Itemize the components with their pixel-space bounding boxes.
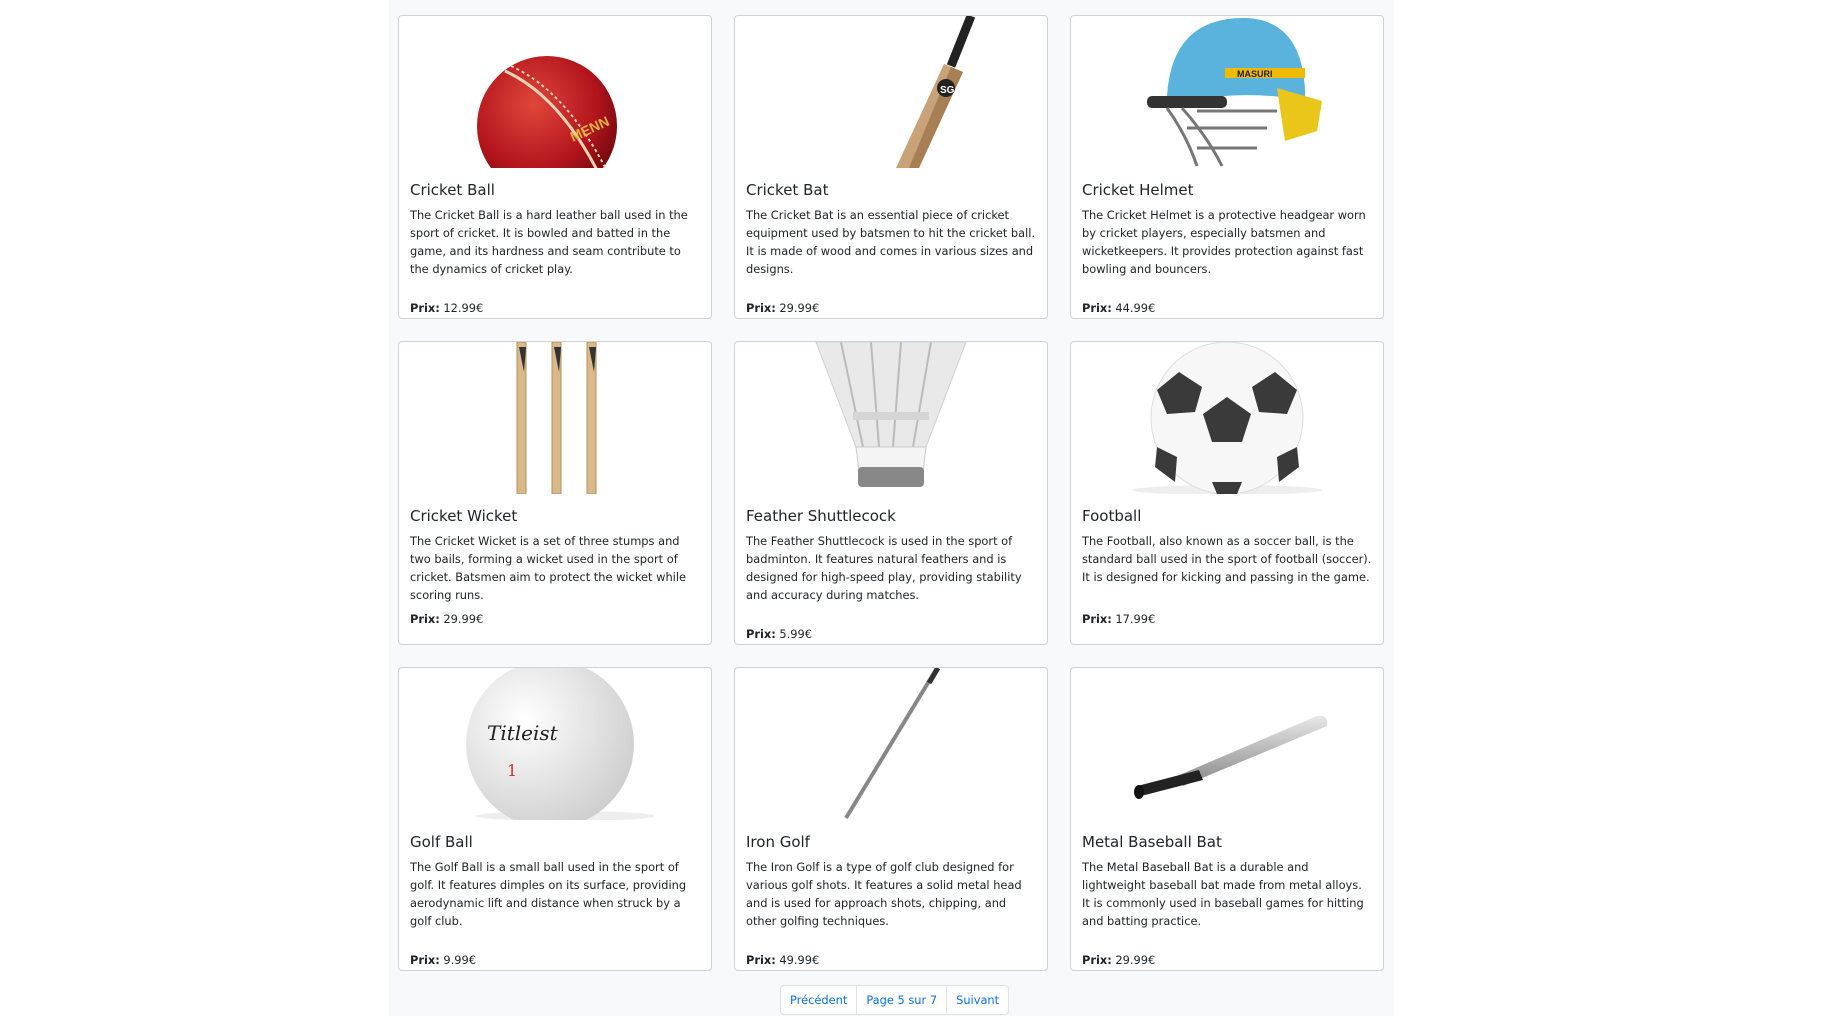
price-value: 29.99€ [1115, 953, 1156, 967]
product-price: Prix: 29.99€ [746, 301, 819, 315]
price-label: Prix: [746, 953, 776, 967]
cricket-ball-image: MENN [399, 16, 711, 168]
price-label: Prix: [746, 627, 776, 641]
svg-text:Titleist: Titleist [487, 721, 559, 745]
product-list-container: MENN Cricket Ball The Cricket Ball is a … [389, 0, 1394, 1016]
product-card[interactable]: Titleist 1 Golf Ball The Golf Ball is a … [398, 667, 712, 971]
product-description: The Cricket Helmet is a protective headg… [1082, 208, 1366, 276]
product-price: Prix: 9.99€ [410, 953, 476, 967]
product-title: Golf Ball [410, 833, 473, 851]
cricket-helmet-image: MASURI [1071, 16, 1383, 168]
product-card[interactable]: Metal Baseball Bat The Metal Baseball Ba… [1070, 667, 1384, 971]
product-title: Cricket Ball [410, 181, 495, 199]
product-price: Prix: 29.99€ [410, 612, 483, 626]
price-value: 44.99€ [1115, 301, 1156, 315]
baseball-bat-image [1071, 668, 1383, 820]
product-title: Metal Baseball Bat [1082, 833, 1222, 851]
current-page-indicator[interactable]: Page 5 sur 7 [856, 986, 946, 1014]
svg-text:MASURI: MASURI [1237, 69, 1273, 79]
price-label: Prix: [410, 301, 440, 315]
cricket-bat-image: SG [735, 16, 1047, 168]
product-description: The Iron Golf is a type of golf club des… [746, 860, 1022, 928]
product-price: Prix: 49.99€ [746, 953, 819, 967]
product-card[interactable]: SG Cricket Bat The Cricket Bat is an ess… [734, 15, 1048, 319]
product-description: The Feather Shuttlecock is used in the s… [746, 534, 1022, 602]
price-value: 29.99€ [443, 612, 484, 626]
price-label: Prix: [1082, 953, 1112, 967]
svg-text:SG: SG [940, 85, 955, 96]
product-title: Iron Golf [746, 833, 810, 851]
shuttlecock-image [735, 342, 1047, 494]
product-card[interactable]: Iron Golf The Iron Golf is a type of gol… [734, 667, 1048, 971]
product-price: Prix: 5.99€ [746, 627, 812, 641]
price-value: 9.99€ [443, 953, 477, 967]
product-card[interactable]: Football The Football, also known as a s… [1070, 341, 1384, 645]
product-price: Prix: 29.99€ [1082, 953, 1155, 967]
product-description: The Cricket Bat is an essential piece of… [746, 208, 1036, 276]
product-title: Football [1082, 507, 1142, 525]
price-value: 29.99€ [779, 301, 820, 315]
price-value: 12.99€ [443, 301, 484, 315]
product-card[interactable]: Feather Shuttlecock The Feather Shuttlec… [734, 341, 1048, 645]
product-price: Prix: 44.99€ [1082, 301, 1155, 315]
price-label: Prix: [1082, 612, 1112, 626]
svg-text:1: 1 [507, 761, 517, 780]
pagination: Précédent Page 5 sur 7 Suivant [780, 985, 1010, 1015]
product-card[interactable]: MASURI Cricket Helmet The Cricket Helmet… [1070, 15, 1384, 319]
football-image [1071, 342, 1383, 494]
product-card[interactable]: Cricket Wicket The Cricket Wicket is a s… [398, 341, 712, 645]
price-label: Prix: [410, 953, 440, 967]
cricket-wicket-image [399, 342, 711, 494]
price-label: Prix: [1082, 301, 1112, 315]
product-description: The Metal Baseball Bat is a durable and … [1082, 860, 1364, 928]
product-description: The Football, also known as a soccer bal… [1082, 534, 1372, 584]
product-description: The Cricket Wicket is a set of three stu… [410, 534, 687, 602]
price-value: 49.99€ [779, 953, 820, 967]
golf-ball-image: Titleist 1 [399, 668, 711, 820]
product-card[interactable]: MENN Cricket Ball The Cricket Ball is a … [398, 15, 712, 319]
product-title: Cricket Wicket [410, 507, 518, 525]
price-label: Prix: [410, 612, 440, 626]
product-price: Prix: 12.99€ [410, 301, 483, 315]
product-title: Feather Shuttlecock [746, 507, 896, 525]
price-label: Prix: [746, 301, 776, 315]
product-description: The Golf Ball is a small ball used in th… [410, 860, 687, 928]
golf-club-image [735, 668, 1047, 820]
product-price: Prix: 17.99€ [1082, 612, 1155, 626]
product-title: Cricket Helmet [1082, 181, 1194, 199]
price-value: 17.99€ [1115, 612, 1156, 626]
price-value: 5.99€ [779, 627, 813, 641]
next-page-button[interactable]: Suivant [946, 986, 1008, 1014]
product-description: The Cricket Ball is a hard leather ball … [410, 208, 688, 276]
product-title: Cricket Bat [746, 181, 829, 199]
previous-page-button[interactable]: Précédent [781, 986, 856, 1014]
